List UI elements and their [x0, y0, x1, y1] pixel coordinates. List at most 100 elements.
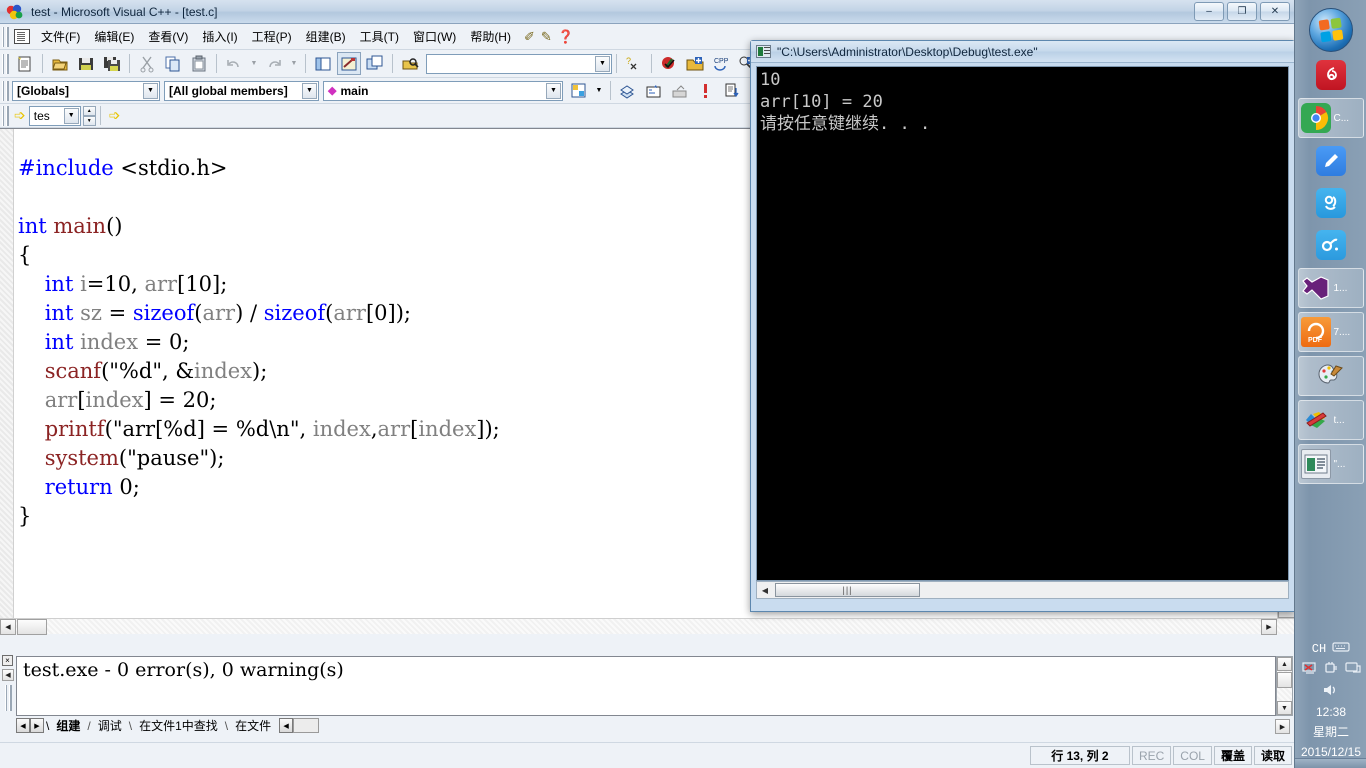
compile-icon[interactable] [657, 52, 681, 75]
build-icon[interactable] [683, 52, 707, 75]
restore-button[interactable]: ❐ [1227, 2, 1257, 21]
chevron-down-icon[interactable]: ▼ [143, 82, 158, 99]
console-horizontal-scrollbar[interactable]: ◀ ||| [756, 581, 1289, 599]
find-in-files-icon[interactable] [398, 52, 422, 75]
tab-find-in-files-2[interactable]: 在文件 [228, 717, 278, 734]
scroll-right-icon[interactable]: ▶ [1261, 619, 1277, 635]
menu-drag-grip[interactable] [2, 26, 9, 47]
execute-program-icon[interactable] [694, 79, 718, 102]
tab-prev-icon[interactable]: ◀ [16, 718, 30, 733]
toolbar-drag-grip-2[interactable] [2, 80, 9, 101]
taskbar-item-netease-music[interactable] [1298, 56, 1364, 94]
menu-tools[interactable]: 工具(T) [353, 25, 406, 48]
scroll-up-icon[interactable]: ▲ [1277, 657, 1292, 671]
new-text-file-icon[interactable] [13, 52, 37, 75]
clock-time[interactable]: 12:38 [1295, 704, 1366, 720]
taskbar-item-console[interactable]: "... [1297, 444, 1364, 484]
taskbar-item-visual-cpp[interactable]: t... [1297, 400, 1364, 440]
wand-icon[interactable]: ✐ [524, 29, 535, 45]
tab-scroll-left-icon[interactable]: ◀ [279, 718, 294, 733]
toolbar-drag-grip-3[interactable] [2, 105, 9, 126]
chevron-down-icon[interactable]: ▼ [546, 82, 561, 99]
tab-next-icon[interactable]: ▶ [30, 718, 44, 733]
start-button[interactable] [1308, 8, 1353, 52]
taskbar-item-chrome[interactable]: C... [1297, 98, 1364, 138]
save-icon[interactable] [74, 52, 98, 75]
tab-debug[interactable]: 调试 [91, 717, 129, 734]
network-disconnected-icon[interactable] [1301, 661, 1318, 678]
wizard-arrow-icon-2[interactable]: ➩ [109, 107, 121, 124]
vc-title-bar[interactable]: test - Microsoft Visual C++ - [test.c] –… [0, 0, 1294, 24]
ime-indicator[interactable]: CH [1312, 642, 1326, 656]
volume-icon[interactable] [1322, 683, 1340, 700]
chevron-down-icon[interactable]: ▼ [63, 107, 79, 124]
tab-find-in-files-1[interactable]: 在文件1中查找 [132, 717, 225, 734]
menu-help[interactable]: 帮助(H) [463, 25, 518, 48]
plug-icon[interactable] [1324, 661, 1339, 678]
taskbar-item-note-pencil[interactable] [1298, 142, 1364, 180]
menu-view[interactable]: 查看(V) [141, 25, 195, 48]
toolbar-drag-grip-1[interactable] [2, 53, 9, 74]
copy-icon[interactable] [161, 52, 185, 75]
show-desktop-button[interactable] [1295, 758, 1366, 768]
insert-file-icon[interactable] [616, 79, 640, 102]
tab-scroll-track[interactable] [293, 718, 320, 733]
menu-project[interactable]: 工程(P) [245, 25, 299, 48]
taskbar-item-cloud-link[interactable] [1298, 226, 1364, 264]
output-window-icon[interactable] [337, 52, 361, 75]
menu-window[interactable]: 窗口(W) [406, 25, 463, 48]
scroll-left-icon[interactable]: ◀ [0, 619, 16, 635]
menu-insert[interactable]: 插入(I) [195, 25, 244, 48]
scroll-down-icon[interactable]: ▼ [1277, 701, 1292, 715]
class-view-icon[interactable] [567, 79, 591, 102]
output-scroll-right-icon[interactable]: ▶ [1275, 719, 1290, 734]
project-combo[interactable]: tes ▼ [28, 105, 81, 126]
output-vertical-scrollbar[interactable]: ▲ ▼ [1276, 656, 1293, 716]
scroll-thumb[interactable] [1277, 672, 1292, 688]
console-scroll-thumb[interactable]: ||| [775, 583, 920, 597]
find-combo[interactable]: ▼ [426, 53, 612, 74]
console-window[interactable]: "C:\Users\Administrator\Desktop\Debug\te… [750, 40, 1295, 612]
spin-down-icon[interactable]: ▼ [82, 115, 96, 126]
tab-build[interactable]: 组建 [49, 717, 87, 734]
console-output[interactable]: 10 arr[10] = 20 请按任意键继续. . . [756, 66, 1289, 581]
members-combo[interactable]: [All global members] ▼ [164, 80, 319, 101]
globals-combo[interactable]: [Globals] ▼ [12, 80, 160, 101]
paste-icon[interactable] [187, 52, 211, 75]
taskbar-item-visual-studio[interactable]: 1... [1297, 268, 1364, 308]
build-all-icon[interactable] [642, 79, 666, 102]
editor-horizontal-scrollbar[interactable]: ◀ ▶ [0, 618, 1294, 635]
taskbar-item-contacts[interactable] [1298, 184, 1364, 222]
hscroll-thumb[interactable] [17, 619, 47, 635]
output-drag-grip[interactable] [5, 685, 12, 711]
workspace-icon[interactable] [311, 52, 335, 75]
chevron-down-icon[interactable]: ▼ [302, 82, 317, 99]
close-button[interactable]: ✕ [1260, 2, 1290, 21]
menu-edit[interactable]: 编辑(E) [87, 25, 141, 48]
chevron-down-icon[interactable]: ▼ [595, 55, 610, 72]
source-code[interactable]: #include <stdio.h> int main() { int i=10… [18, 154, 500, 531]
console-scroll-left-icon[interactable]: ◀ [757, 586, 773, 595]
build-execute-icon[interactable]: CPP [709, 52, 733, 75]
spin-up-icon[interactable]: ▲ [82, 105, 96, 116]
taskbar-item-pdf-reader[interactable]: PDF 7.... [1297, 312, 1364, 352]
go-icon[interactable] [720, 79, 744, 102]
output-text-area[interactable]: test.exe - 0 error(s), 0 warning(s) [16, 656, 1276, 716]
save-all-icon[interactable] [100, 52, 124, 75]
symbol-combo[interactable]: ◆ main ▼ [323, 80, 563, 101]
chevron-down-icon[interactable]: ▼ [593, 79, 605, 102]
monitor-icon[interactable] [1344, 661, 1361, 678]
open-file-icon[interactable] [48, 52, 72, 75]
window-list-icon[interactable] [363, 52, 387, 75]
taskbar-item-paint[interactable] [1297, 356, 1364, 396]
project-spinner[interactable]: ▲ ▼ [82, 105, 96, 126]
menu-file[interactable]: 文件(F) [34, 25, 87, 48]
help-search-icon[interactable]: ? [622, 52, 646, 75]
output-scroll-up-icon[interactable]: ◀ [2, 669, 14, 681]
clock-weekday[interactable]: 星期二 [1295, 724, 1366, 740]
keyboard-icon[interactable] [1332, 641, 1350, 656]
console-title-bar[interactable]: "C:\Users\Administrator\Desktop\Debug\te… [751, 41, 1294, 63]
menu-build[interactable]: 组建(B) [299, 25, 353, 48]
minimize-button[interactable]: – [1194, 2, 1224, 21]
close-output-icon[interactable]: × [2, 655, 13, 666]
